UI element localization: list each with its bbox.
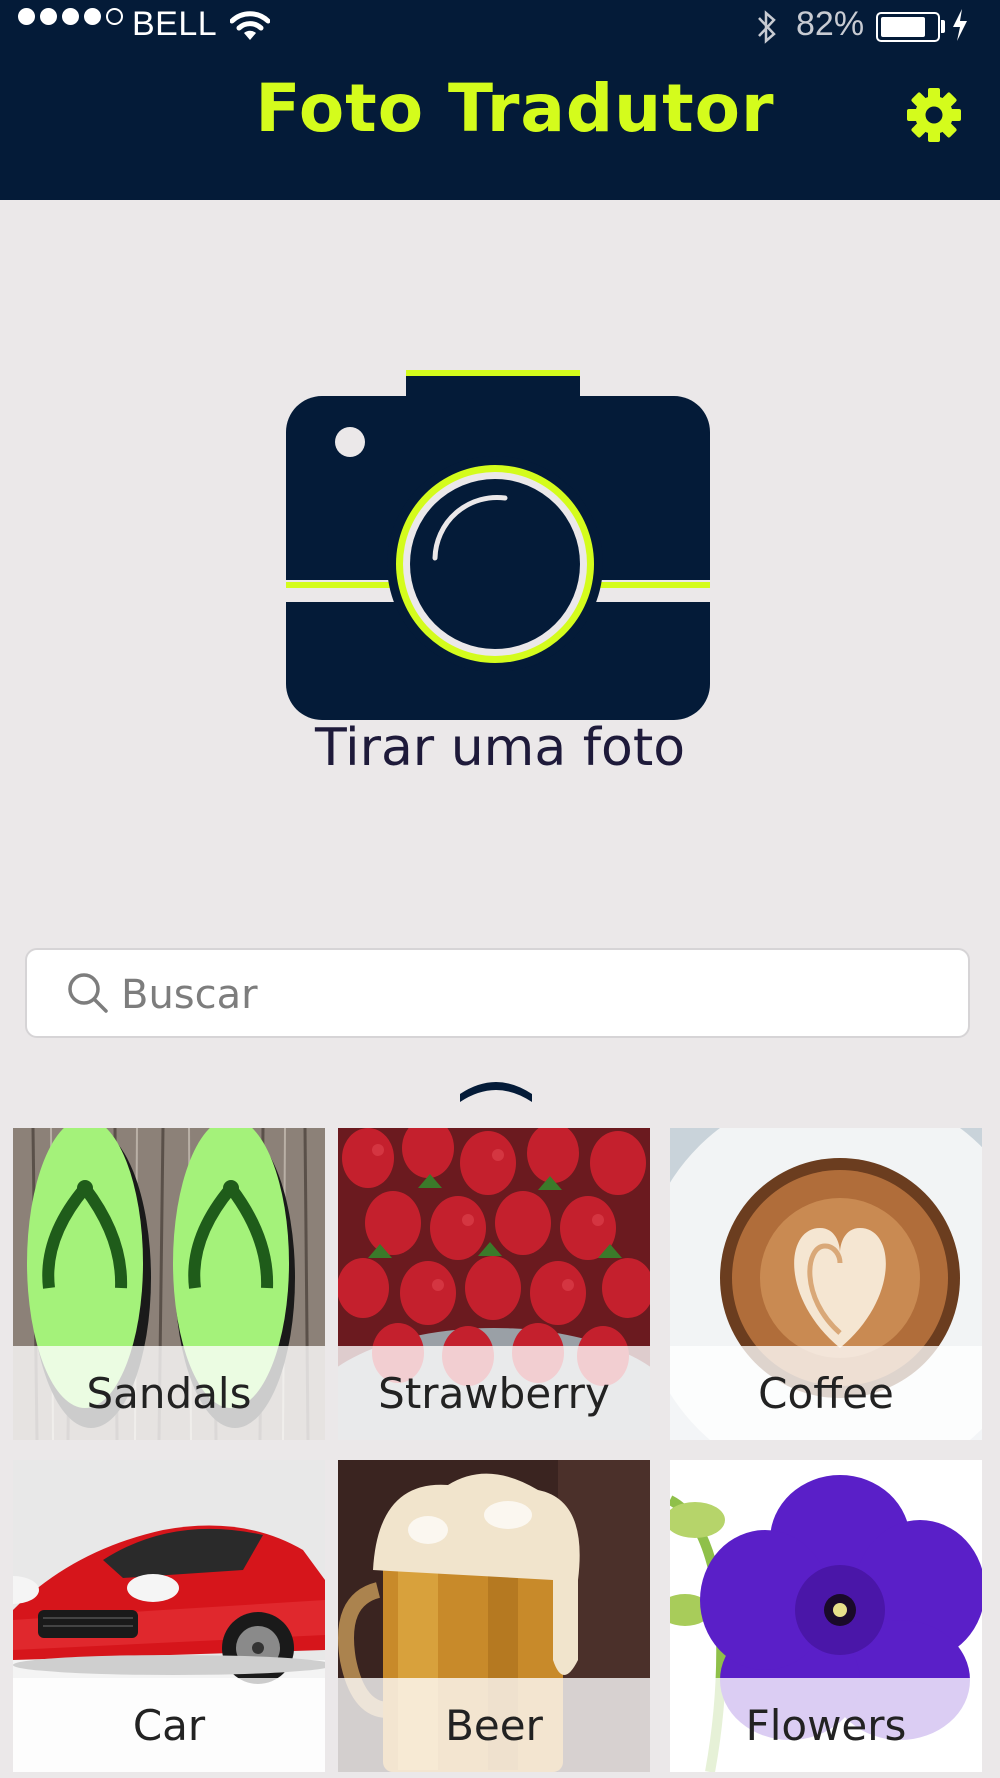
app-header: BELL 82% Foto Tradutor: [0, 0, 1000, 200]
category-label: Beer: [338, 1678, 650, 1772]
battery-icon: [876, 12, 940, 42]
search-input[interactable]: [119, 964, 943, 1026]
category-label: Flowers: [670, 1678, 982, 1772]
chevron-up-icon[interactable]: [456, 1072, 536, 1108]
category-tile-sandals[interactable]: Sandals: [13, 1128, 325, 1440]
category-tile-car[interactable]: Car: [13, 1460, 325, 1772]
search-icon: [68, 973, 108, 1013]
search-bar[interactable]: [25, 948, 970, 1038]
charging-bolt-icon: [953, 9, 967, 41]
status-bar: BELL 82%: [0, 0, 1000, 54]
take-photo-label[interactable]: Tirar uma foto: [0, 718, 1000, 778]
app-title: Foto Tradutor: [255, 70, 775, 147]
category-tile-coffee[interactable]: Coffee: [670, 1128, 982, 1440]
bluetooth-icon: [758, 10, 776, 44]
category-tile-flowers[interactable]: Flowers: [670, 1460, 982, 1772]
wifi-icon: [230, 11, 270, 40]
camera-icon[interactable]: [280, 370, 720, 730]
category-label: Car: [13, 1678, 325, 1772]
category-tile-strawberry[interactable]: Strawberry: [338, 1128, 650, 1440]
carrier-name: BELL: [132, 5, 218, 43]
battery-tip: [941, 20, 945, 33]
gear-icon[interactable]: [904, 85, 964, 145]
category-label: Strawberry: [338, 1346, 650, 1440]
category-label: Sandals: [13, 1346, 325, 1440]
category-tile-beer[interactable]: Beer: [338, 1460, 650, 1772]
battery-percentage: 82%: [796, 5, 865, 43]
category-label: Coffee: [670, 1346, 982, 1440]
signal-strength-icon: [18, 8, 128, 25]
